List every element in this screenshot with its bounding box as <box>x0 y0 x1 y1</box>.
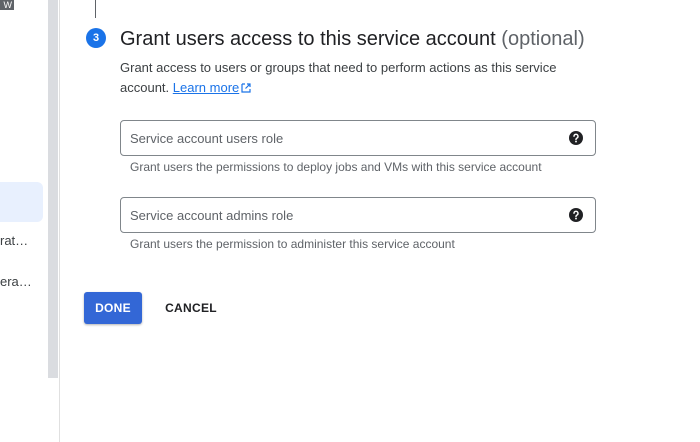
sidebar: W rat… era… <box>0 0 60 442</box>
users-role-hint: Grant users the permissions to deploy jo… <box>130 160 542 174</box>
learn-more-link[interactable]: Learn more <box>173 80 251 95</box>
sidebar-item-2[interactable]: era… <box>0 272 44 292</box>
step-title-optional: (optional) <box>501 28 585 50</box>
admins-role-hint: Grant users the permission to administer… <box>130 237 455 251</box>
step-connector-line <box>95 0 96 18</box>
admins-role-field[interactable] <box>120 197 596 233</box>
cancel-button[interactable]: CANCEL <box>156 292 226 324</box>
sidebar-item-active[interactable] <box>0 182 43 222</box>
external-link-icon <box>241 83 251 93</box>
users-role-field[interactable] <box>120 120 596 156</box>
admins-role-input[interactable] <box>130 198 560 232</box>
step-title: Grant users access to this service accou… <box>120 26 585 52</box>
sidebar-scrollbar[interactable] <box>48 0 58 378</box>
step-title-text: Grant users access to this service accou… <box>120 28 496 50</box>
step-description: Grant access to users or groups that nee… <box>120 58 590 98</box>
sidebar-item-1[interactable]: rat… <box>0 231 44 251</box>
users-role-input[interactable] <box>130 121 560 155</box>
help-icon[interactable] <box>569 131 583 145</box>
page: W rat… era… 3 Grant users access to this… <box>0 0 700 442</box>
sidebar-badge: W <box>0 0 14 10</box>
done-button[interactable]: DONE <box>84 292 142 324</box>
learn-more-label: Learn more <box>172 80 240 95</box>
step-number-badge: 3 <box>86 28 106 48</box>
help-icon[interactable] <box>569 208 583 222</box>
